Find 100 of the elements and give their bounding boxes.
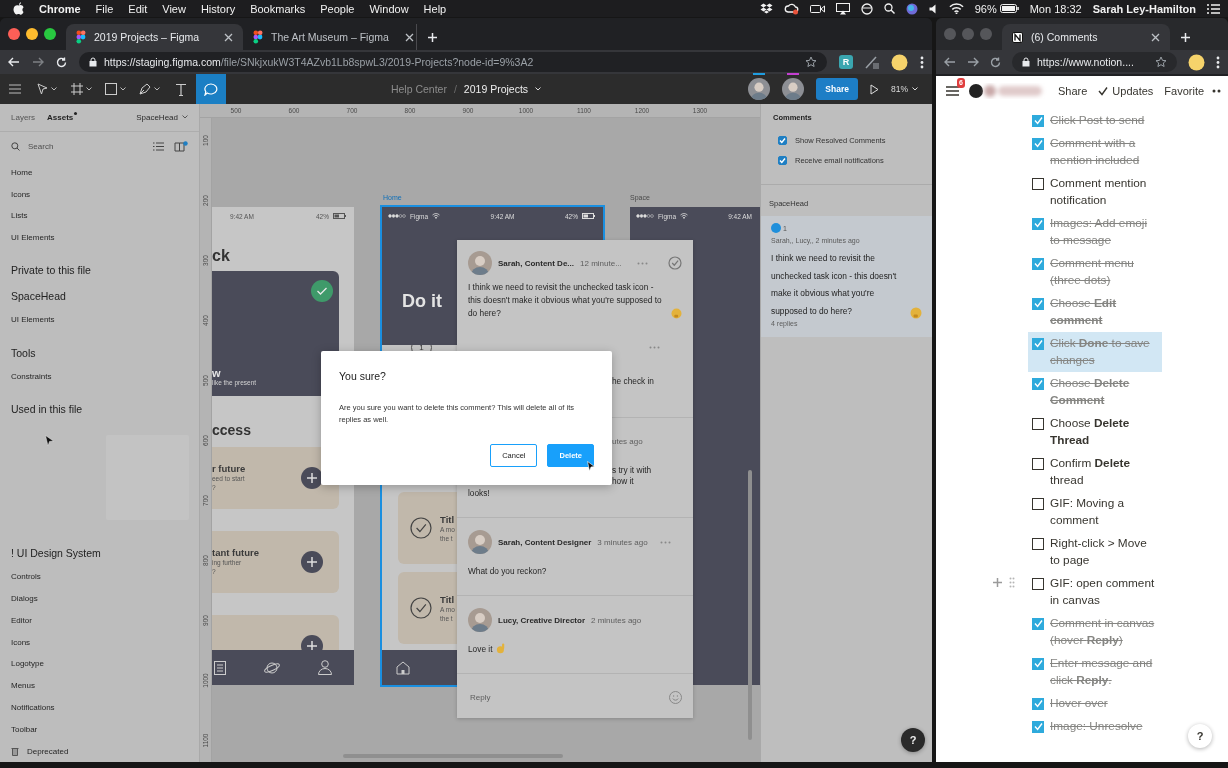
more-icon[interactable] [920,55,924,69]
todo-item[interactable]: Choose Edit comment [1028,292,1162,332]
share-button[interactable]: Share [816,78,858,100]
menu-item[interactable]: Help [423,2,447,15]
forward-icon[interactable] [32,57,44,67]
book-icon[interactable] [174,141,188,153]
close-icon[interactable] [404,32,414,42]
todo-item[interactable]: Click Post to send [1028,109,1162,132]
video-camera-icon[interactable] [809,3,825,14]
plus-icon[interactable] [1180,31,1191,43]
todo-item[interactable]: Images: Add emoji to message [1028,212,1162,252]
asset-group[interactable]: Toolbar [0,718,199,741]
more-icon[interactable] [1216,55,1220,69]
checkbox[interactable] [1032,720,1044,733]
todo-item[interactable]: Enter message and click Reply. [1028,652,1162,692]
asset-group[interactable]: Icons [0,183,199,205]
todo-item[interactable]: Comment in canvas (hover Reply) [1028,612,1162,652]
app-menu[interactable]: Chrome [39,2,81,15]
menu-item[interactable]: History [200,2,236,15]
pencil-icon[interactable] [865,55,879,69]
cloud-icon[interactable] [783,2,799,15]
menu-item[interactable]: Bookmarks [250,2,306,15]
asset-group[interactable]: Notifications [0,696,199,719]
browser-tab[interactable]: (6) Comments [1002,24,1170,50]
checkbox[interactable] [1032,577,1044,590]
scrollbar[interactable] [748,470,752,740]
more-icon[interactable] [1212,89,1223,93]
star-icon[interactable] [1155,56,1167,68]
todo-item[interactable]: Choose Delete Thread [1028,412,1162,452]
todo-item[interactable]: Right-click > Move to page [1028,532,1162,572]
checkbox[interactable] [1032,217,1044,230]
asset-group[interactable]: UI Elements [0,226,199,249]
dropbox-icon[interactable] [759,3,773,14]
panel-tab[interactable]: Assets [47,112,74,122]
asset-group[interactable]: Dialogs [0,587,199,610]
add-button[interactable] [301,551,323,573]
close-icon[interactable] [224,32,233,42]
address-field[interactable]: https://staging.figma.com/file/SNkjxukW3T4AZvb1Lb8spwL3/2019-Projects?node-id=9%3A2 [79,52,827,72]
search-icon[interactable] [883,3,895,14]
orb-icon[interactable] [905,2,918,15]
help-button[interactable]: ? [901,728,925,752]
checkbox[interactable] [1032,337,1044,350]
team-name[interactable]: Help Center [390,83,447,95]
play-icon[interactable] [870,83,879,95]
ring-icon[interactable] [860,2,873,15]
speaker-icon[interactable] [928,3,938,14]
todo-item[interactable]: Comment mention notification [1028,172,1162,212]
user-name[interactable]: Sarah Ley-Hamilton [1092,2,1196,15]
checkbox[interactable] [1032,457,1044,470]
todo-item[interactable]: Hover over [1028,692,1162,715]
browser-tab[interactable]: 2019 Projects – Figma [66,24,243,50]
asset-group[interactable]: Deprecated [0,740,199,762]
zoom-window-button[interactable] [44,28,56,40]
profile-icon[interactable] [891,53,908,71]
menu-item[interactable]: File [95,2,114,15]
list-icon[interactable] [1207,3,1220,14]
todo-item[interactable]: Choose Delete Comment [1028,372,1162,412]
checkbox[interactable] [1032,657,1044,670]
plus-icon[interactable] [427,31,438,43]
checkbox[interactable] [1032,417,1044,430]
menu-item[interactable]: View [162,2,186,15]
checkbox[interactable] [1032,177,1044,190]
library-dropdown[interactable]: SpaceHead [136,112,188,122]
todo-item[interactable]: Confirm Delete thread [1028,452,1162,492]
list-view-icon[interactable] [153,142,164,152]
header-action[interactable]: Updates [1098,85,1154,97]
asset-group[interactable]: Editor [0,609,199,632]
checkbox[interactable] [1032,697,1044,710]
todo-item[interactable]: Image: Unresolve [1028,715,1162,738]
browser-tab[interactable]: The Art Museum – Figma [243,24,416,50]
apple-icon[interactable] [13,2,24,15]
todo-item[interactable]: GIF: Moving a comment [1028,492,1162,532]
back-icon[interactable] [944,57,956,67]
zoom-menu[interactable]: 81% [891,84,918,94]
checkbox[interactable] [778,135,787,145]
checkbox[interactable] [1032,537,1044,550]
screen-icon[interactable] [835,2,850,15]
reply-field[interactable]: Reply [468,692,661,703]
todo-item[interactable]: Comment menu (three dots) [1028,252,1162,292]
menu-item[interactable]: Window [369,2,409,15]
asset-group[interactable]: Menus [0,674,199,697]
drag-handle-icon[interactable] [1009,577,1015,588]
asset-group[interactable]: Logotype [0,653,199,675]
checkbox[interactable] [1032,617,1044,630]
asset-group[interactable]: Home [0,161,199,184]
checkbox[interactable] [1032,114,1044,127]
help-button[interactable]: ? [1188,724,1212,748]
asset-group[interactable]: Icons [0,631,199,654]
menu-icon[interactable] [946,86,959,96]
add-block-icon[interactable] [992,577,1003,588]
asset-group[interactable]: Lists [0,205,199,227]
minimize-window-button[interactable] [26,28,38,40]
address-field[interactable]: https://www.notion.... [1012,52,1177,72]
asset-group[interactable]: Controls [0,565,199,588]
header-action[interactable]: Favorite [1164,85,1205,97]
menu-item[interactable]: People [320,2,355,15]
menu-item[interactable]: Edit [128,2,148,15]
checkbox[interactable] [1032,297,1044,310]
search-field[interactable]: Search [26,141,126,153]
checkbox[interactable] [1032,497,1044,510]
